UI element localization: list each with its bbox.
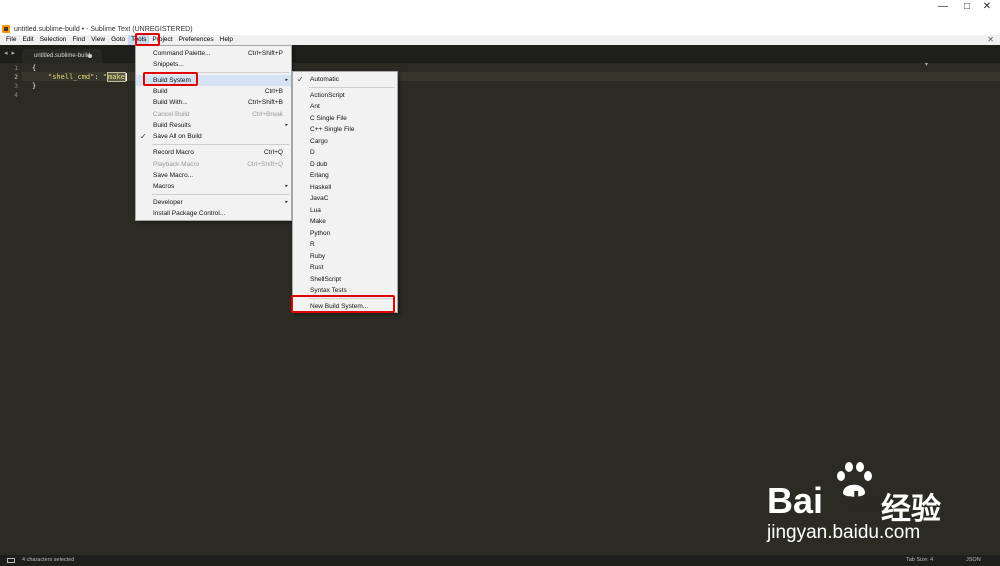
close-file-icon[interactable]: ✕ <box>987 35 994 45</box>
build-option-ant[interactable]: Ant <box>293 101 397 112</box>
json-key: "shell_cmd" <box>48 73 95 81</box>
menu-find[interactable]: Find <box>69 35 88 45</box>
menu-item-build[interactable]: Build Ctrl+B <box>136 86 291 97</box>
line-number: 4 <box>14 91 18 99</box>
build-system-submenu: ✓ Automatic ActionScript Ant C Single Fil… <box>292 71 398 313</box>
status-bar: 4 characters selected Tab Size: 4 JSON <box>0 555 1000 566</box>
window-title: untitled.sublime-build • - Sublime Text … <box>14 25 193 33</box>
sublime-app-icon <box>2 25 10 33</box>
status-syntax[interactable]: JSON <box>966 555 981 566</box>
watermark-brand-b: du <box>843 486 878 517</box>
menu-item-developer[interactable]: Developer ▸ <box>136 197 291 208</box>
menu-separator <box>152 194 289 195</box>
build-option-c-single-file[interactable]: C Single File <box>293 113 397 124</box>
tab-nav-arrows-icon[interactable]: ◂ ▸ <box>4 49 16 57</box>
line-number: 2 <box>14 73 18 81</box>
highlight-box-tools <box>135 33 160 46</box>
build-option-python[interactable]: Python <box>293 228 397 239</box>
menu-separator <box>152 144 289 145</box>
minimize-button[interactable]: — <box>930 0 956 14</box>
watermark-brand-a: Bai <box>767 480 824 521</box>
build-option-cpp-single-file[interactable]: C++ Single File <box>293 124 397 135</box>
desktop-top-area <box>0 0 1000 23</box>
line-number: 3 <box>14 82 18 90</box>
status-tab-size[interactable]: Tab Size: 4 <box>906 555 933 566</box>
build-option-shellscript[interactable]: ShellScript <box>293 274 397 285</box>
build-option-ruby[interactable]: Ruby <box>293 251 397 262</box>
close-window-button[interactable]: ✕ <box>974 0 1000 14</box>
build-option-d[interactable]: D <box>293 147 397 158</box>
build-option-r[interactable]: R <box>293 239 397 250</box>
menu-file[interactable]: File <box>3 35 19 45</box>
build-option-haskell[interactable]: Haskell <box>293 182 397 193</box>
menu-item-save-all-on-build[interactable]: ✓ Save All on Build <box>136 131 291 142</box>
submenu-arrow-icon: ▸ <box>285 199 288 205</box>
submenu-arrow-icon: ▸ <box>285 122 288 128</box>
highlight-box-build-system <box>143 72 198 86</box>
menu-item-command-palette[interactable]: Command Palette... Ctrl+Shift+P <box>136 48 291 59</box>
build-option-automatic[interactable]: ✓ Automatic <box>293 74 397 85</box>
check-icon: ✓ <box>140 132 147 141</box>
tab-untitled-build[interactable]: untitled.sublime-build <box>22 49 102 63</box>
console-toggle-icon[interactable] <box>7 558 15 563</box>
tab-label: untitled.sublime-build <box>34 53 91 59</box>
menu-separator <box>309 87 395 88</box>
line-gutter: 1 2 3 4 <box>0 63 22 555</box>
menu-item-cancel-build: Cancel Build Ctrl+Break <box>153 111 283 118</box>
build-option-actionscript[interactable]: ActionScript <box>293 90 397 101</box>
menu-goto[interactable]: Goto <box>108 35 128 45</box>
code-line: { <box>32 64 36 72</box>
code-line: } <box>32 82 36 90</box>
menu-help[interactable]: Help <box>217 35 236 45</box>
menu-item-install-package-control[interactable]: Install Package Control... <box>136 208 291 219</box>
build-option-javac[interactable]: JavaC <box>293 193 397 204</box>
watermark-url: jingyan.baidu.com <box>767 522 921 543</box>
text-cursor <box>125 73 127 81</box>
build-option-make[interactable]: Make <box>293 216 397 227</box>
menu-item-playback-macro: Playback Macro Ctrl+Shift+Q <box>153 161 283 168</box>
menu-edit[interactable]: Edit <box>19 35 36 45</box>
code-text: } <box>32 82 37 90</box>
json-colon: : <box>94 73 103 81</box>
build-option-rust[interactable]: Rust <box>293 262 397 273</box>
modified-dot-icon[interactable] <box>88 54 92 58</box>
build-option-erlang[interactable]: Erlang <box>293 170 397 181</box>
check-icon: ✓ <box>297 75 304 84</box>
status-selection: 4 characters selected <box>22 557 75 563</box>
menu-preferences[interactable]: Preferences <box>176 35 217 45</box>
menu-item-build-with[interactable]: Build With... Ctrl+Shift+B <box>136 97 291 108</box>
menu-item-record-macro[interactable]: Record Macro Ctrl+Q <box>136 147 291 158</box>
code-text: { <box>32 64 37 72</box>
line-number: 1 <box>14 64 18 72</box>
highlight-box-new-build-system <box>291 295 395 313</box>
menu-selection[interactable]: Selection <box>37 35 70 45</box>
menu-item-macros[interactable]: Macros ▸ <box>136 181 291 192</box>
build-option-cargo[interactable]: Cargo <box>293 136 397 147</box>
menu-item-save-macro[interactable]: Save Macro... <box>136 170 291 181</box>
code-line: "shell_cmd": "make <box>48 72 127 82</box>
submenu-arrow-icon: ▸ <box>285 77 288 83</box>
build-option-d-dub[interactable]: D dub <box>293 159 397 170</box>
build-option-lua[interactable]: Lua <box>293 205 397 216</box>
tab-dropdown-icon[interactable]: ▾ <box>925 61 928 68</box>
menu-item-snippets[interactable]: Snippets... <box>136 59 291 70</box>
menu-item-build-results[interactable]: Build Results ▸ <box>136 120 291 131</box>
submenu-arrow-icon: ▸ <box>285 183 288 189</box>
selected-text: make <box>107 72 126 82</box>
menu-view[interactable]: View <box>88 35 108 45</box>
